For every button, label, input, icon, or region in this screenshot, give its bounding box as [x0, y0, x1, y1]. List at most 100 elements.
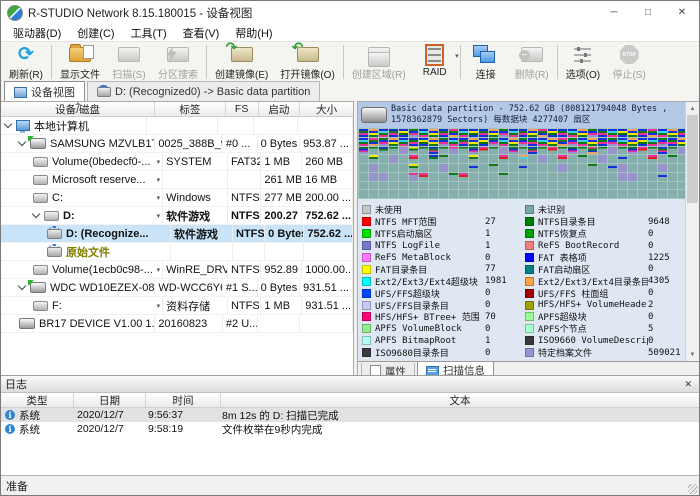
tree-row[interactable]: D:▾软件游戏NTFS200.27 ...752.62 ... — [1, 207, 353, 225]
expander-chevron-icon[interactable] — [18, 138, 26, 146]
scan-block-cell — [668, 147, 677, 155]
legend-swatch — [362, 265, 371, 274]
create-image-icon: ↷ — [227, 44, 257, 65]
scan-block-cell — [668, 164, 677, 172]
scan-block-cell — [628, 155, 637, 163]
expander-chevron-icon[interactable] — [18, 282, 26, 290]
scan-block-cell — [568, 155, 577, 163]
column-header-device[interactable]: 设备/磁盘 — [1, 102, 155, 116]
log-row[interactable]: i系统2020/12/79:56:378m 12s 的 D: 扫描已完成 — [1, 408, 699, 422]
scan-block-cell — [598, 147, 607, 155]
tree-row[interactable]: SAMSUNG MZVLB1T0...0025_388B_9...#0 ...0… — [1, 135, 353, 153]
resize-grip[interactable] — [688, 484, 698, 494]
scan-block-cell — [588, 147, 597, 155]
scan-block-cell — [658, 147, 667, 155]
log-column-type[interactable]: 类型 — [1, 393, 74, 407]
tree-row[interactable]: F:▾资料存储NTFS1 MB931.51 ... — [1, 297, 353, 315]
tree-row[interactable]: C:▾WindowsNTFS277 MB200.00 ... — [1, 189, 353, 207]
scrollbar-down-icon[interactable]: ▼ — [686, 348, 699, 361]
row-dropdown-icon[interactable]: ▾ — [155, 212, 161, 220]
column-header-start[interactable]: 启动 — [259, 102, 301, 116]
scrollbar-up-icon[interactable]: ▲ — [686, 102, 699, 115]
scan-block-cell — [519, 190, 528, 198]
dropdown-arrow-icon[interactable]: ▾ — [455, 52, 459, 60]
scan-block-cell — [538, 164, 547, 172]
tab-device-view[interactable]: 设备视图 — [4, 81, 85, 102]
scan-block-cell — [439, 155, 448, 163]
scan-block-cell — [409, 155, 418, 163]
row-dropdown-icon[interactable]: ▾ — [155, 302, 161, 310]
scan-block-cell — [588, 190, 597, 198]
tab-recognized-partition[interactable]: D: (Recognized0) -> Basic data partition — [87, 81, 320, 101]
tree-row-fs: FAT32 — [228, 153, 261, 170]
close-button[interactable]: ✕ — [665, 1, 699, 24]
scan-block-cell — [409, 164, 418, 172]
log-close-icon[interactable]: ✕ — [681, 379, 695, 390]
menu-drives[interactable]: 驱动器(D) — [5, 25, 69, 41]
tree-row[interactable]: WDC WD10EZEX-08W...WD-WCC6Y6...#1 S...0 … — [1, 279, 353, 297]
scan-block-cell — [429, 155, 438, 163]
expander-chevron-icon[interactable] — [4, 120, 12, 128]
scan-block-cell — [419, 147, 428, 155]
log-column-text[interactable]: 文本 — [221, 393, 699, 407]
show-files-icon — [65, 44, 95, 65]
scan-block-cell — [648, 164, 657, 172]
scan-block-cell — [399, 155, 408, 163]
tree-row-label — [163, 171, 228, 188]
tree-row[interactable]: Volume(1ecb0c98-...▾WinRE_DRVNTFS952.89 … — [1, 261, 353, 279]
legend-swatch — [362, 229, 371, 238]
partition-icon — [33, 301, 48, 311]
tree-row[interactable]: Volume(0bedecf0-...▾SYSTEMFAT321 MB260 M… — [1, 153, 353, 171]
tree-row[interactable]: Microsoft reserve...▾261 MB16 MB — [1, 171, 353, 189]
toolbar-button-raid[interactable]: ▾RAID — [412, 42, 458, 82]
menu-view[interactable]: 查看(V) — [175, 25, 228, 41]
legend-swatch — [362, 253, 371, 262]
maximize-button[interactable]: □ — [631, 1, 665, 24]
column-header-size[interactable]: 大小 — [300, 102, 353, 116]
log-column-date[interactable]: 日期 — [74, 393, 146, 407]
row-dropdown-icon[interactable]: ▾ — [155, 176, 161, 184]
tree-row[interactable]: D: (Recognize...软件游戏NTFS0 Bytes752.62 ..… — [1, 225, 353, 243]
expander-chevron-icon[interactable] — [32, 210, 40, 218]
tree-row[interactable]: BR17 DEVICE V1.00 1....20160823#2 U... — [1, 315, 353, 333]
scan-block-cell — [489, 138, 498, 146]
log-title: 日志 — [5, 376, 27, 392]
toolbar-button-connect[interactable]: 连接 — [463, 42, 509, 82]
scan-block-cell — [379, 129, 388, 137]
row-dropdown-icon[interactable]: ▾ — [155, 194, 161, 202]
log-row[interactable]: i系统2020/12/79:58:19文件枚举在9秒内完成 — [1, 422, 699, 436]
toolbar-button-refresh[interactable]: ⟳刷新(R) — [3, 42, 49, 82]
toolbar-button-options[interactable]: 选项(O) — [560, 42, 606, 82]
column-header-label[interactable]: 标签 — [155, 102, 226, 116]
column-header-fs[interactable]: FS — [226, 102, 259, 116]
scan-block-cell — [359, 147, 368, 155]
menu-tools[interactable]: 工具(T) — [123, 25, 175, 41]
tree-row[interactable]: 本地计算机 — [1, 117, 353, 135]
minimize-button[interactable]: ─ — [597, 1, 631, 24]
log-row-date: 2020/12/7 — [73, 409, 144, 421]
scan-block-cell — [598, 129, 607, 137]
scrollbar-thumb[interactable] — [687, 115, 698, 203]
scan-block-cell — [648, 190, 657, 198]
toolbar-button-open-image[interactable]: ↶打开镜像(O) — [274, 42, 340, 82]
scan-block-cell — [658, 182, 667, 190]
toolbar: ⟳刷新(R)显示文件扫描(S)分区搜索↷创建镜像(E)↶打开镜像(O)创建区域(… — [1, 41, 699, 82]
scan-block-cell — [548, 164, 557, 172]
legend-item: NTFS目录条目9648 — [525, 216, 688, 228]
scan-block-cell — [379, 182, 388, 190]
scan-block-cell — [558, 173, 567, 181]
log-column-time[interactable]: 时间 — [146, 393, 221, 407]
menu-create[interactable]: 创建(C) — [69, 25, 122, 41]
row-dropdown-icon[interactable]: ▾ — [155, 266, 161, 274]
row-dropdown-icon[interactable]: ▾ — [155, 158, 161, 166]
scan-panel-scrollbar[interactable]: ▲ ▼ — [685, 102, 699, 361]
scan-block-cell — [509, 190, 518, 198]
toolbar-button-create-image[interactable]: ↷创建镜像(E) — [209, 42, 274, 82]
legend-item: APFS BitmapRoot1 — [362, 335, 525, 347]
toolbar-button-show-files[interactable]: 显示文件 — [54, 42, 106, 82]
tree-row-name: BR17 DEVICE V1.00 1.... — [39, 318, 155, 330]
tree-row-start: 952.89 ... — [261, 261, 302, 278]
log-panel: 日志 ✕ 类型 日期 时间 文本 i系统2020/12/79:56:378m 1… — [1, 375, 699, 476]
tree-row-name-cell: Microsoft reserve...▾ — [1, 171, 163, 188]
tree-row[interactable]: 原始文件 — [1, 243, 353, 261]
